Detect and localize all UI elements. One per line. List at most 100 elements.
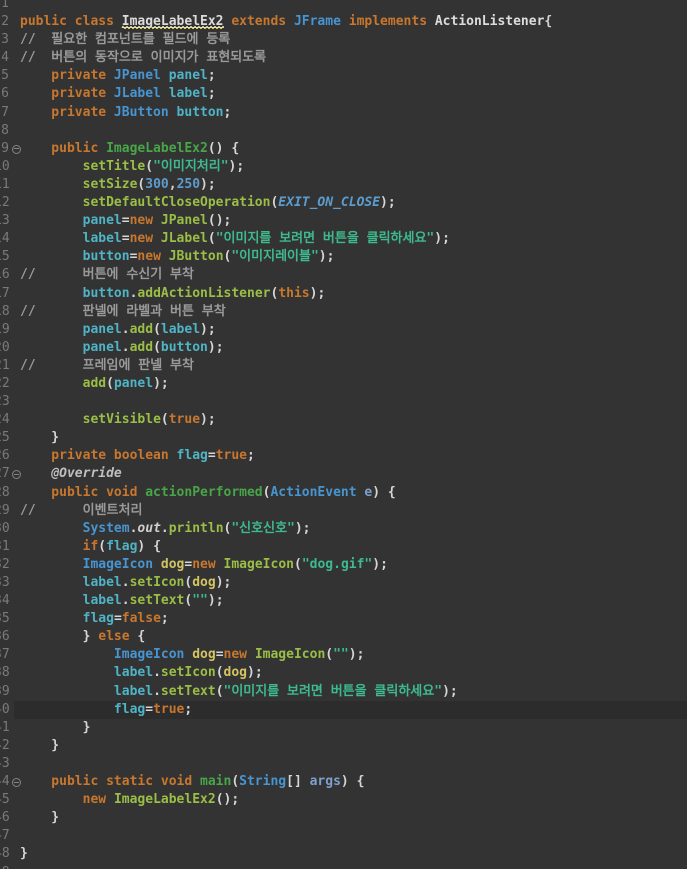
- code-line[interactable]: 28 public void actionPerformed(ActionEve…: [0, 484, 687, 502]
- code-line[interactable]: 7 private JButton button;: [0, 104, 687, 122]
- code-text: ImageIcon dog=new ImageIcon("");: [20, 647, 365, 662]
- code-line[interactable]: 46 }: [0, 809, 687, 827]
- code-line-current[interactable]: 40 flag=true;: [0, 700, 687, 719]
- code-token: ImageLabelEx2: [121, 14, 224, 30]
- fold-marker-icon[interactable]: [12, 144, 21, 154]
- code-token: }: [20, 430, 60, 446]
- line-number: 31: [0, 538, 10, 554]
- code-token: flag: [176, 448, 208, 464]
- code-line[interactable]: 5 private JPanel panel;: [0, 67, 687, 85]
- code-line[interactable]: 2 public class ImageLabelEx2 extends JFra…: [0, 13, 687, 31]
- code-token: );: [207, 339, 224, 355]
- code-token: implements: [340, 14, 435, 30]
- code-line[interactable]: 43: [0, 755, 687, 773]
- code-line[interactable]: 32 ImageIcon dog=new ImageIcon("dog.gif"…: [0, 556, 687, 574]
- line-number: 46: [0, 810, 10, 826]
- code-line[interactable]: 18 // 판넬에 라벨과 버튼 부착: [0, 303, 687, 321]
- code-line[interactable]: 13 panel=new JPanel();: [0, 212, 687, 230]
- code-text: setDefaultCloseOperation(EXIT_ON_CLOSE);: [20, 195, 396, 210]
- code-token: ) {: [137, 538, 161, 554]
- code-text: ImageIcon dog=new ImageIcon("dog.gif");: [20, 557, 388, 572]
- code-line[interactable]: 41 }: [0, 719, 687, 737]
- code-line[interactable]: 25 }: [0, 429, 687, 447]
- code-line[interactable]: 24 setVisible(true);: [0, 411, 687, 429]
- code-line[interactable]: 29 // 이벤트처리: [0, 502, 687, 520]
- code-line[interactable]: 42 }: [0, 737, 687, 755]
- code-line[interactable]: 12 setDefaultCloseOperation(EXIT_ON_CLOS…: [0, 194, 687, 212]
- line-number: 25: [0, 430, 10, 446]
- code-line[interactable]: 45 new ImageLabelEx2();: [0, 791, 687, 809]
- code-editor[interactable]: 1 2 public class ImageLabelEx2 extends JFr…: [0, 0, 687, 869]
- line-number: 33: [0, 575, 10, 590]
- code-line[interactable]: 36 } else {: [0, 628, 687, 646]
- code-token: JButton: [113, 104, 169, 120]
- code-token: .: [121, 339, 130, 355]
- code-line[interactable]: 1: [0, 0, 687, 13]
- code-text: setVisible(true);: [20, 412, 216, 427]
- line-number: 40: [0, 701, 10, 717]
- code-line[interactable]: 20 panel.add(button);: [0, 339, 687, 357]
- code-token: panel: [82, 213, 122, 229]
- code-token: }: [20, 629, 99, 645]
- code-line[interactable]: 38 label.setIcon(dog);: [0, 664, 687, 682]
- code-token: panel: [168, 68, 208, 84]
- line-number: 7: [1, 104, 9, 120]
- code-token: private: [20, 104, 114, 120]
- code-token: else: [98, 629, 130, 645]
- code-line[interactable]: 31 if(flag) {: [0, 538, 687, 556]
- code-line[interactable]: 10 setTitle("이미지처리");: [0, 158, 687, 176]
- code-line[interactable]: 35 flag=false;: [0, 610, 687, 628]
- code-token: =: [121, 231, 130, 247]
- code-line[interactable]: 9 public ImageLabelEx2() {: [0, 140, 687, 158]
- code-line[interactable]: 14 label=new JLabel("이미지를 보려면 버튼을 클릭하세요"…: [0, 230, 687, 248]
- code-line[interactable]: 22 add(panel);: [0, 375, 687, 393]
- code-token: (: [153, 321, 161, 337]
- code-line[interactable]: 19 panel.add(label);: [0, 321, 687, 339]
- code-token: );: [318, 249, 335, 265]
- code-text: // 필요한 컴포넌트를 필드에 등록: [20, 32, 230, 47]
- code-token: button: [160, 339, 208, 355]
- code-token: (: [215, 683, 224, 699]
- code-line[interactable]: 39 label.setText("이미지를 보려면 버튼을 클릭하세요");: [0, 683, 687, 701]
- code-line[interactable]: 27 @Override: [0, 465, 687, 483]
- code-token: println: [168, 520, 224, 536]
- code-line[interactable]: 34 label.setText("");: [0, 592, 687, 610]
- code-token: JButton: [168, 249, 224, 265]
- line-number: 38: [0, 665, 10, 681]
- code-line[interactable]: 8: [0, 122, 687, 140]
- code-line[interactable]: 37 ImageIcon dog=new ImageIcon("");: [0, 646, 687, 664]
- code-line[interactable]: 4 // 버튼의 동작으로 이미지가 표현되도록: [0, 49, 687, 67]
- code-line[interactable]: 17 button.addActionListener(this);: [0, 285, 687, 303]
- code-line[interactable]: 44 public static void main(String[] args…: [0, 773, 687, 791]
- code-line[interactable]: 15 button=new JButton("이미지레이블");: [0, 248, 687, 266]
- code-line[interactable]: 47: [0, 827, 687, 845]
- code-text: }: [20, 846, 28, 861]
- code-text: panel=new JPanel();: [20, 213, 232, 229]
- fold-marker-icon[interactable]: [12, 778, 21, 788]
- code-line[interactable]: 16 // 버튼에 수신기 부착: [0, 266, 687, 284]
- code-line[interactable]: 21 // 프레임에 판넬 부착: [0, 357, 687, 375]
- code-area[interactable]: 1 2 public class ImageLabelEx2 extends JFr…: [0, 0, 687, 869]
- code-line[interactable]: 49: [0, 864, 687, 869]
- code-text: }: [20, 738, 59, 753]
- code-line[interactable]: 3 // 필요한 컴포넌트를 필드에 등록: [0, 31, 687, 49]
- code-line[interactable]: 48}: [0, 845, 687, 863]
- code-line[interactable]: 11 setSize(300,250);: [0, 176, 687, 194]
- code-line[interactable]: 30 System.out.println("신호신호");: [0, 520, 687, 538]
- code-line[interactable]: 6 private JLabel label;: [0, 85, 687, 103]
- code-text: private JLabel label;: [20, 86, 215, 101]
- code-line[interactable]: 26 private boolean flag=true;: [0, 447, 687, 465]
- code-token: (: [160, 412, 169, 428]
- code-line[interactable]: 33 label.setIcon(dog);: [0, 574, 687, 592]
- code-token: );: [380, 195, 396, 211]
- code-token: 250: [176, 176, 201, 192]
- code-token: // 버튼에 수신기 부착: [20, 267, 194, 283]
- code-token: true: [153, 701, 185, 717]
- code-line[interactable]: 23: [0, 393, 687, 411]
- code-token: panel: [82, 339, 122, 355]
- line-number: 21: [0, 357, 10, 373]
